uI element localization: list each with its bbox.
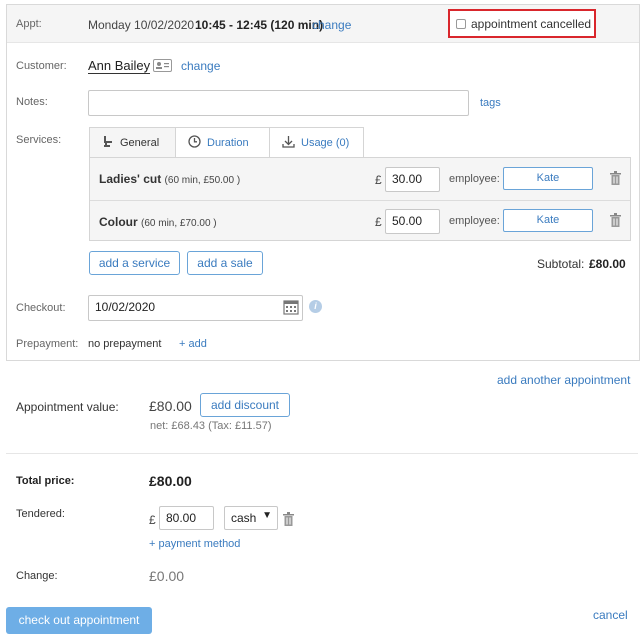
cancel-link[interactable]: cancel <box>593 608 628 622</box>
appointment-card: Appt: Monday 10/02/2020 10:45 - 12:45 (1… <box>6 4 640 361</box>
clock-icon <box>188 135 201 151</box>
employee-button[interactable]: Kate <box>503 167 593 190</box>
prepayment-add-link[interactable]: + add <box>179 338 207 350</box>
appointment-value-label: Appointment value: <box>16 400 119 414</box>
add-discount-button[interactable]: add discount <box>200 393 290 417</box>
checkout-label: Checkout: <box>16 302 66 314</box>
appointment-cancelled-toggle[interactable]: appointment cancelled <box>448 9 596 38</box>
subtotal-label: Subtotal: <box>537 257 585 271</box>
service-price-input[interactable]: 50.00 <box>385 209 440 234</box>
tendered-currency: £ <box>149 513 156 527</box>
employee-label: employee: <box>449 173 500 185</box>
customer-change-link[interactable]: change <box>181 59 220 73</box>
info-icon[interactable]: i <box>309 300 322 313</box>
customer-name-link[interactable]: Ann Bailey <box>88 58 151 74</box>
trash-icon[interactable] <box>283 512 294 529</box>
currency-symbol: £ <box>375 215 382 229</box>
checkout-date-input[interactable]: 10/02/2020 <box>88 295 303 321</box>
tab-duration-label: Duration <box>207 137 249 149</box>
trash-icon[interactable] <box>610 213 621 227</box>
service-name-text: Colour <box>99 215 138 229</box>
add-service-button[interactable]: add a service <box>89 251 180 275</box>
services-label: Services: <box>16 134 62 146</box>
tendered-amount-input[interactable]: 80.00 <box>159 506 214 530</box>
divider <box>6 453 638 454</box>
trash-icon[interactable] <box>610 171 621 185</box>
contact-card-icon[interactable] <box>153 59 172 72</box>
service-name: Ladies' cut (60 min, £50.00 ) <box>99 172 240 186</box>
appointment-value-amount: £80.00 <box>149 398 192 414</box>
net-tax-text: net: £68.43 (Tax: £11.57) <box>150 420 272 432</box>
add-sale-button[interactable]: add a sale <box>187 251 263 275</box>
appt-day: Monday 10/02/2020 <box>88 18 195 32</box>
change-label: Change: <box>16 570 58 582</box>
service-name-text: Ladies' cut <box>99 172 162 186</box>
service-meta: (60 min, £70.00 ) <box>141 218 217 229</box>
appt-change-link[interactable]: change <box>312 18 351 32</box>
add-payment-method-link[interactable]: + payment method <box>149 538 240 550</box>
tab-usage[interactable]: Usage (0) <box>269 127 364 158</box>
notes-input[interactable] <box>88 90 469 116</box>
tab-general[interactable]: General <box>89 127 176 158</box>
service-meta: (60 min, £50.00 ) <box>164 175 241 186</box>
service-tabs: General Duration Usage (0) <box>89 127 364 158</box>
prepayment-label: Prepayment: <box>16 338 79 350</box>
service-price-input[interactable]: 30.00 <box>385 167 440 192</box>
cancelled-checkbox[interactable] <box>456 18 466 29</box>
service-row: Ladies' cut (60 min, £50.00 ) £ 30.00 em… <box>90 158 630 199</box>
prepayment-value: no prepayment <box>88 338 162 350</box>
appt-row: Appt: Monday 10/02/2020 10:45 - 12:45 (1… <box>7 5 639 43</box>
notes-label: Notes: <box>16 96 48 108</box>
total-price-label: Total price: <box>16 475 75 487</box>
caret-down-icon: ▼ <box>262 510 272 521</box>
calendar-icon[interactable] <box>283 299 299 318</box>
employee-button[interactable]: Kate <box>503 209 593 232</box>
subtotal-value: £80.00 <box>589 257 626 271</box>
tendered-label: Tendered: <box>16 508 65 520</box>
tab-duration[interactable]: Duration <box>175 127 270 158</box>
customer-label: Customer: <box>16 60 67 72</box>
service-row: Colour (60 min, £70.00 ) £ 50.00 employe… <box>90 200 630 241</box>
tab-usage-label: Usage (0) <box>301 137 350 149</box>
dentist-chair-icon <box>102 135 114 151</box>
appt-label: Appt: <box>16 18 42 30</box>
cancelled-label: appointment cancelled <box>471 16 592 31</box>
service-name: Colour (60 min, £70.00 ) <box>99 215 217 229</box>
change-amount: £0.00 <box>149 568 185 584</box>
appt-time: 10:45 - 12:45 (120 min) <box>195 18 324 32</box>
payment-method-value: cash <box>231 511 257 525</box>
currency-symbol: £ <box>375 173 382 187</box>
add-another-appointment-link[interactable]: add another appointment <box>497 373 630 387</box>
services-list: Ladies' cut (60 min, £50.00 ) £ 30.00 em… <box>89 157 631 241</box>
total-price-amount: £80.00 <box>149 473 192 489</box>
tab-general-label: General <box>120 137 160 149</box>
payment-method-select[interactable]: cash ▼ <box>224 506 278 530</box>
check-out-appointment-button[interactable]: check out appointment <box>6 607 152 634</box>
download-icon <box>282 135 295 151</box>
employee-label: employee: <box>449 215 500 227</box>
tags-link[interactable]: tags <box>480 97 501 109</box>
